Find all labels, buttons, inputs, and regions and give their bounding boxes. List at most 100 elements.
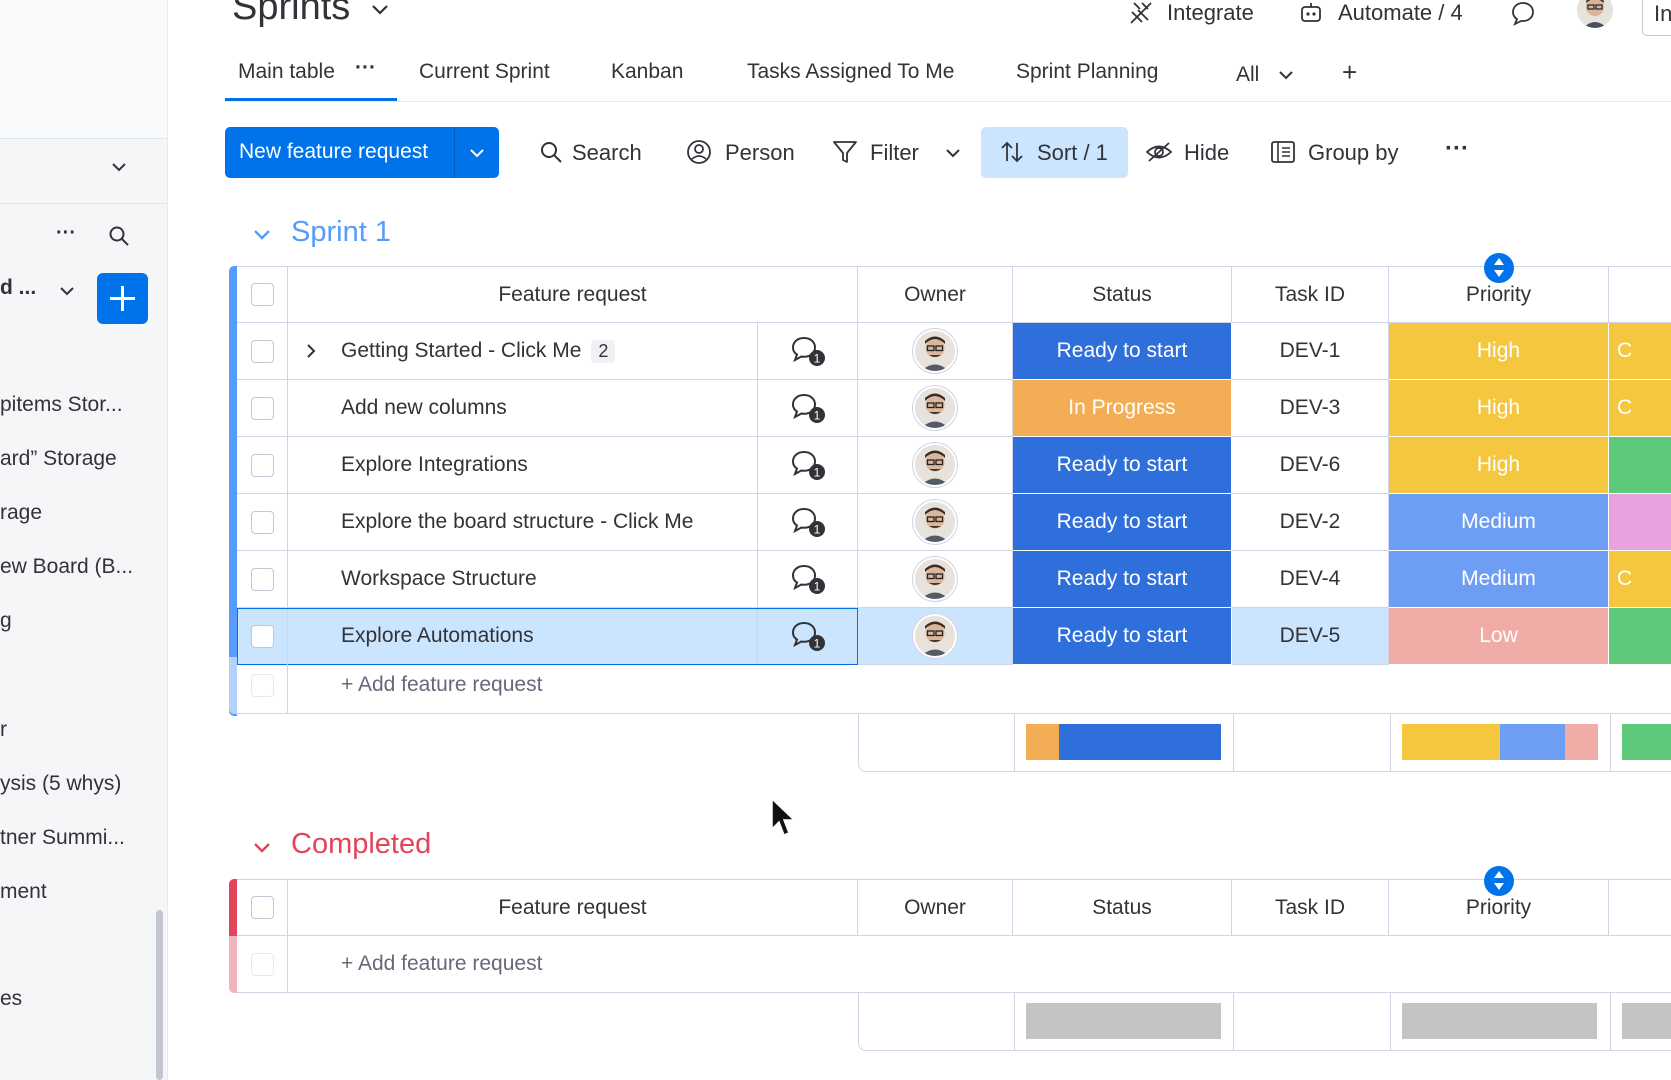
tab-current-sprint[interactable]: Current Sprint bbox=[419, 60, 550, 84]
sidebar-item[interactable]: pitems Stor... bbox=[0, 393, 123, 417]
column-header-task-id[interactable]: Task ID bbox=[1232, 266, 1389, 323]
column-header-status[interactable]: Status bbox=[1013, 879, 1232, 936]
owner-avatar[interactable] bbox=[913, 329, 957, 373]
owner-cell[interactable] bbox=[858, 380, 1013, 437]
row-checkbox[interactable] bbox=[250, 453, 274, 477]
sidebar-item[interactable]: ard” Storage bbox=[0, 447, 117, 471]
sort-indicator-icon[interactable] bbox=[1484, 866, 1514, 896]
chevron-down-icon[interactable] bbox=[110, 158, 128, 176]
conversation-icon[interactable]: 1 bbox=[789, 334, 827, 368]
status-summary-bar[interactable] bbox=[1026, 724, 1221, 760]
sidebar-item[interactable]: g bbox=[0, 609, 12, 633]
updates-cell[interactable]: 1 bbox=[758, 494, 858, 551]
tab-tasks-assigned[interactable]: Tasks Assigned To Me bbox=[747, 60, 954, 84]
owner-avatar[interactable] bbox=[913, 386, 957, 430]
column-header-item[interactable]: Feature request bbox=[288, 266, 858, 323]
task-id-cell[interactable]: DEV-1 bbox=[1232, 323, 1389, 380]
sidebar-item[interactable]: ew Board (B... bbox=[0, 555, 133, 579]
owner-avatar[interactable] bbox=[913, 557, 957, 601]
priority-summary-bar[interactable] bbox=[1402, 724, 1598, 760]
extra-column-cell[interactable]: C bbox=[1609, 551, 1671, 608]
owner-avatar[interactable] bbox=[913, 443, 957, 487]
sidebar-item[interactable]: ysis (5 whys) bbox=[0, 772, 121, 796]
task-id-cell[interactable]: DEV-3 bbox=[1232, 380, 1389, 437]
hide-button[interactable]: Hide bbox=[1145, 127, 1265, 178]
sort-button[interactable]: Sort / 1 bbox=[981, 127, 1128, 178]
status-label[interactable]: Ready to start bbox=[1013, 494, 1232, 551]
title-chevron-icon[interactable] bbox=[369, 0, 391, 20]
chevron-down-icon[interactable] bbox=[944, 144, 962, 162]
tab-options-icon[interactable]: ··· bbox=[355, 56, 376, 80]
column-header-owner[interactable]: Owner bbox=[858, 879, 1013, 936]
search-icon[interactable] bbox=[108, 225, 130, 247]
sidebar-item[interactable]: rage bbox=[0, 501, 42, 525]
item-name-cell[interactable]: Add new columns bbox=[288, 380, 758, 437]
group-by-button[interactable]: Group by bbox=[1270, 127, 1410, 178]
column-header-item[interactable]: Feature request bbox=[288, 879, 858, 936]
updates-cell[interactable]: 1 bbox=[758, 551, 858, 608]
status-label[interactable]: Ready to start bbox=[1013, 323, 1232, 380]
add-board-button[interactable] bbox=[97, 273, 148, 324]
column-header-extra[interactable] bbox=[1609, 879, 1671, 936]
more-icon[interactable]: ··· bbox=[56, 222, 76, 245]
sidebar-item[interactable]: tner Summi... bbox=[0, 826, 125, 850]
owner-avatar[interactable] bbox=[913, 614, 957, 658]
group-collapse-icon[interactable] bbox=[251, 837, 273, 859]
updates-cell[interactable]: 1 bbox=[758, 380, 858, 437]
item-name-cell[interactable]: Getting Started - Click Me 2 bbox=[288, 323, 758, 380]
conversation-icon[interactable]: 1 bbox=[789, 505, 827, 539]
status-label[interactable]: Ready to start bbox=[1013, 437, 1232, 494]
tab-sprint-planning[interactable]: Sprint Planning bbox=[1016, 60, 1158, 84]
status-label[interactable]: Ready to start bbox=[1013, 551, 1232, 608]
owner-cell[interactable] bbox=[858, 437, 1013, 494]
column-header-task-id[interactable]: Task ID bbox=[1232, 879, 1389, 936]
search-button[interactable]: Search bbox=[539, 127, 649, 178]
extra-summary-bar[interactable] bbox=[1622, 724, 1671, 760]
sidebar-scrollbar[interactable] bbox=[156, 910, 163, 1080]
column-header-owner[interactable]: Owner bbox=[858, 266, 1013, 323]
task-id-cell[interactable]: DEV-4 bbox=[1232, 551, 1389, 608]
expand-subitems-icon[interactable] bbox=[303, 343, 319, 359]
column-header-extra[interactable] bbox=[1609, 266, 1671, 323]
add-item-input[interactable]: + Add feature request bbox=[288, 936, 1671, 993]
priority-label[interactable]: High bbox=[1389, 380, 1609, 437]
row-checkbox[interactable] bbox=[250, 510, 274, 534]
conversation-icon[interactable]: 1 bbox=[789, 619, 827, 653]
user-avatar[interactable] bbox=[1577, 0, 1613, 28]
conversation-icon[interactable]: 1 bbox=[789, 562, 827, 596]
sidebar-item[interactable]: r bbox=[0, 718, 7, 742]
task-id-cell[interactable]: DEV-2 bbox=[1232, 494, 1389, 551]
column-header-status[interactable]: Status bbox=[1013, 266, 1232, 323]
sidebar-item[interactable]: ment bbox=[0, 880, 47, 904]
extra-column-cell[interactable]: C bbox=[1609, 323, 1671, 380]
workspace-chevron-icon[interactable] bbox=[58, 282, 76, 300]
group-title-completed[interactable]: Completed bbox=[291, 828, 431, 861]
extra-column-cell[interactable] bbox=[1609, 494, 1671, 551]
item-name-cell[interactable]: Workspace Structure bbox=[288, 551, 758, 608]
priority-label[interactable]: Medium bbox=[1389, 551, 1609, 608]
updates-icon[interactable] bbox=[1510, 0, 1536, 31]
tab-kanban[interactable]: Kanban bbox=[611, 60, 683, 84]
updates-cell[interactable]: 1 bbox=[758, 323, 858, 380]
status-label[interactable]: In Progress bbox=[1013, 380, 1232, 437]
board-title[interactable]: Sprints bbox=[232, 0, 391, 29]
extra-column-cell[interactable] bbox=[1609, 437, 1671, 494]
group-title-sprint-1[interactable]: Sprint 1 bbox=[291, 216, 391, 249]
row-checkbox[interactable] bbox=[250, 396, 274, 420]
workspace-selector[interactable]: d ... bbox=[0, 276, 36, 300]
item-name-cell[interactable]: Explore Integrations bbox=[288, 437, 758, 494]
sidebar-item[interactable]: es bbox=[0, 987, 22, 1011]
select-all-checkbox[interactable] bbox=[250, 896, 274, 919]
extra-column-cell[interactable]: C bbox=[1609, 380, 1671, 437]
status-summary-bar[interactable] bbox=[1026, 1003, 1221, 1039]
chevron-down-icon[interactable] bbox=[468, 144, 486, 162]
row-checkbox[interactable] bbox=[250, 624, 274, 648]
conversation-icon[interactable]: 1 bbox=[789, 391, 827, 425]
add-view-icon[interactable]: + bbox=[1342, 57, 1357, 88]
select-all-checkbox[interactable] bbox=[250, 283, 274, 306]
priority-summary-bar[interactable] bbox=[1402, 1003, 1597, 1039]
extra-summary-bar[interactable] bbox=[1622, 1003, 1671, 1039]
owner-cell[interactable] bbox=[858, 551, 1013, 608]
row-checkbox[interactable] bbox=[250, 339, 274, 363]
group-collapse-icon[interactable] bbox=[251, 224, 273, 246]
